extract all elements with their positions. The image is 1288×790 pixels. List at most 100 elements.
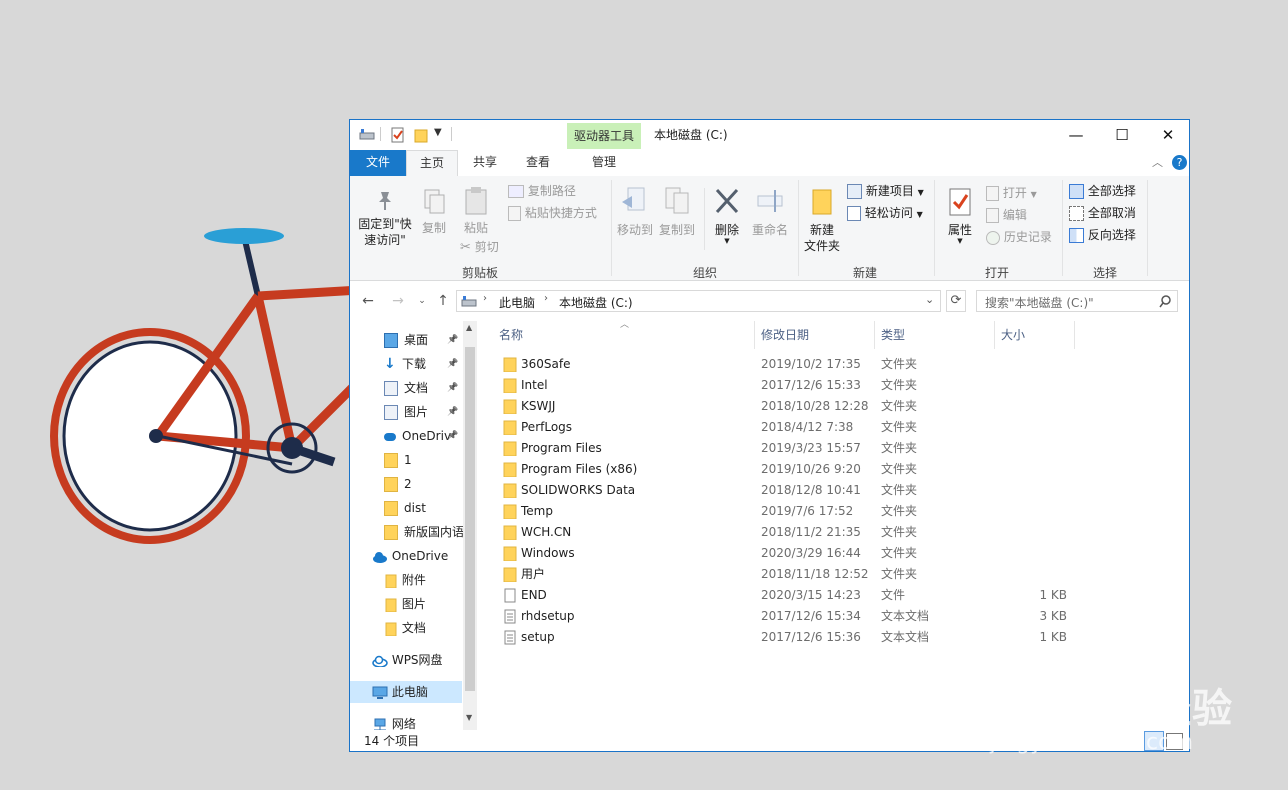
nav-pane-scrollbar[interactable]: ▲ ▼	[463, 321, 477, 730]
file-name: Windows	[521, 546, 575, 560]
collapse-ribbon-icon[interactable]: ︿	[1152, 154, 1163, 170]
search-box[interactable]: 搜索"本地磁盘 (C:)"	[976, 290, 1178, 312]
nav-onedrive-documents-label: 文档	[401, 621, 426, 635]
nav-quick-access-item[interactable]: 图片 📌	[384, 401, 458, 423]
column-divider[interactable]	[874, 321, 875, 349]
file-row[interactable]: KSWJJ 2018/10/28 12:28 文件夹	[499, 396, 1079, 417]
close-button[interactable]: ✕	[1145, 120, 1189, 150]
scroll-down-icon[interactable]: ▼	[466, 713, 472, 722]
refresh-icon[interactable]: ⟳	[946, 290, 966, 312]
help-icon[interactable]: ?	[1172, 155, 1187, 170]
rename-button[interactable]: 重命名	[748, 186, 792, 238]
column-divider[interactable]	[994, 321, 995, 349]
address-dropdown-chevron-icon[interactable]: ⌄	[925, 293, 934, 306]
tab-manage[interactable]: 管理	[567, 150, 641, 176]
nav-quick-access-item[interactable]: dist	[384, 497, 426, 519]
column-name[interactable]: 名称	[499, 321, 523, 349]
file-row[interactable]: PerfLogs 2018/4/12 7:38 文件夹	[499, 417, 1079, 438]
file-modified: 2019/3/23 15:57	[761, 441, 861, 455]
column-divider[interactable]	[1074, 321, 1075, 349]
tab-view[interactable]: 查看	[514, 150, 562, 176]
scroll-up-icon[interactable]: ▲	[466, 323, 472, 332]
file-row[interactable]: END 2020/3/15 14:23 文件 1 KB	[499, 585, 1079, 606]
tab-file[interactable]: 文件	[350, 150, 406, 176]
breadcrumb-this-pc[interactable]: 此电脑	[499, 294, 535, 311]
delete-button[interactable]: 删除 ▼	[708, 186, 746, 245]
breadcrumb-separator-icon: ›	[544, 293, 548, 304]
nav-this-pc[interactable]: 此电脑	[350, 681, 462, 703]
properties-button[interactable]: 属性 ▼	[938, 186, 982, 245]
address-bar[interactable]: › 此电脑 › 本地磁盘 (C:) ⌄	[456, 290, 941, 312]
select-none-button[interactable]: 全部取消	[1069, 204, 1136, 222]
history-button[interactable]: 历史记录	[986, 228, 1052, 246]
easy-access-button[interactable]: 轻松访问 ▼	[847, 204, 923, 224]
open-button[interactable]: 打开 ▼	[986, 184, 1037, 204]
copy-path-button[interactable]: 复制路径	[508, 182, 576, 200]
column-divider[interactable]	[754, 321, 755, 349]
move-to-button[interactable]: 移动到	[614, 186, 656, 238]
file-row[interactable]: 用户 2018/11/18 12:52 文件夹	[499, 564, 1079, 585]
nav-quick-access-item[interactable]: OneDriv 📌	[384, 425, 458, 447]
pin-icon[interactable]: 📌	[447, 425, 458, 447]
up-arrow-icon[interactable]: ↑	[434, 292, 452, 310]
pin-icon[interactable]: 📌	[447, 377, 458, 399]
copy-to-button[interactable]: 复制到	[656, 186, 698, 238]
tab-share[interactable]: 共享	[462, 150, 508, 176]
column-modified[interactable]: 修改日期	[761, 321, 809, 349]
file-row[interactable]: Windows 2020/3/29 16:44 文件夹	[499, 543, 1079, 564]
new-folder-quick-icon[interactable]	[413, 126, 429, 144]
file-modified: 2019/7/6 17:52	[761, 504, 854, 518]
nav-onedrive-pictures[interactable]: 图片	[384, 593, 426, 615]
column-type[interactable]: 类型	[881, 321, 905, 349]
tab-home[interactable]: 主页	[406, 150, 458, 177]
minimize-button[interactable]: —	[1053, 120, 1099, 150]
pin-icon[interactable]: 📌	[447, 353, 458, 375]
nav-quick-access-item[interactable]: 2	[384, 473, 412, 495]
maximize-button[interactable]: ☐	[1099, 120, 1145, 150]
file-row[interactable]: Intel 2017/12/6 15:33 文件夹	[499, 375, 1079, 396]
file-row[interactable]: 360Safe 2019/10/2 17:35 文件夹	[499, 354, 1079, 375]
file-row[interactable]: Program Files (x86) 2019/10/26 9:20 文件夹	[499, 459, 1079, 480]
nav-network[interactable]: 网络	[372, 713, 416, 730]
properties-quick-icon[interactable]	[390, 126, 406, 144]
pin-icon[interactable]: 📌	[447, 401, 458, 423]
pin-icon[interactable]: 📌	[447, 329, 458, 351]
scrollbar-thumb[interactable]	[465, 347, 475, 691]
drive-icon[interactable]	[359, 126, 375, 144]
nav-quick-access-item[interactable]: 1	[384, 449, 412, 471]
customize-quick-access-icon[interactable]: ▼	[434, 127, 442, 145]
file-row[interactable]: WCH.CN 2018/11/2 21:35 文件夹	[499, 522, 1079, 543]
nav-onedrive[interactable]: OneDrive	[372, 545, 448, 567]
new-folder-button[interactable]: 新建 文件夹	[800, 186, 844, 254]
file-row[interactable]: rhdsetup 2017/12/6 15:34 文本文档 3 KB	[499, 606, 1079, 627]
paste-shortcut-button[interactable]: 粘贴快捷方式	[508, 204, 597, 222]
file-row[interactable]: setup 2017/12/6 15:36 文本文档 1 KB	[499, 627, 1079, 648]
cut-button[interactable]: ✂ 剪切	[460, 238, 499, 257]
file-row[interactable]: Program Files 2019/3/23 15:57 文件夹	[499, 438, 1079, 459]
invert-selection-button[interactable]: 反向选择	[1069, 226, 1136, 244]
breadcrumb-local-disk[interactable]: 本地磁盘 (C:)	[559, 294, 633, 311]
pin-quick-access-button[interactable]: 固定到"快 速访问"	[356, 188, 414, 248]
copy-to-label: 复制到	[658, 223, 695, 237]
column-size[interactable]: 大小	[1001, 321, 1025, 349]
nav-quick-access-item[interactable]: 桌面 📌	[384, 329, 458, 351]
nav-quick-access-item[interactable]: 文档 📌	[384, 377, 458, 399]
edit-button[interactable]: 编辑	[986, 206, 1027, 224]
paste-button[interactable]: 粘贴	[456, 186, 496, 236]
nav-onedrive-documents[interactable]: 文档	[384, 617, 426, 639]
file-row[interactable]: SOLIDWORKS Data 2018/12/8 10:41 文件夹	[499, 480, 1079, 501]
nav-wps-drive[interactable]: WPS网盘	[372, 649, 443, 671]
new-item-button[interactable]: 新建项目 ▼	[847, 182, 924, 202]
forward-arrow-icon[interactable]: →	[389, 292, 407, 310]
nav-onedrive-attachments[interactable]: 附件	[384, 569, 426, 591]
nav-quick-access-item[interactable]: ↓ 下载 📌	[384, 353, 458, 375]
file-row[interactable]: Temp 2019/7/6 17:52 文件夹	[499, 501, 1079, 522]
ribbon-tabs: 文件 主页 共享 查看 管理 ︿ ?	[350, 150, 1189, 177]
select-all-button[interactable]: 全部选择	[1069, 182, 1136, 200]
nav-quick-access-item[interactable]: 新版国内语	[384, 521, 464, 543]
nav-item-label: 文档	[404, 381, 429, 395]
file-modified: 2017/12/6 15:34	[761, 609, 861, 623]
copy-button[interactable]: 复制	[416, 188, 452, 236]
recent-locations-chevron-icon[interactable]: ⌄	[413, 292, 431, 310]
back-arrow-icon[interactable]: ←	[359, 292, 377, 310]
